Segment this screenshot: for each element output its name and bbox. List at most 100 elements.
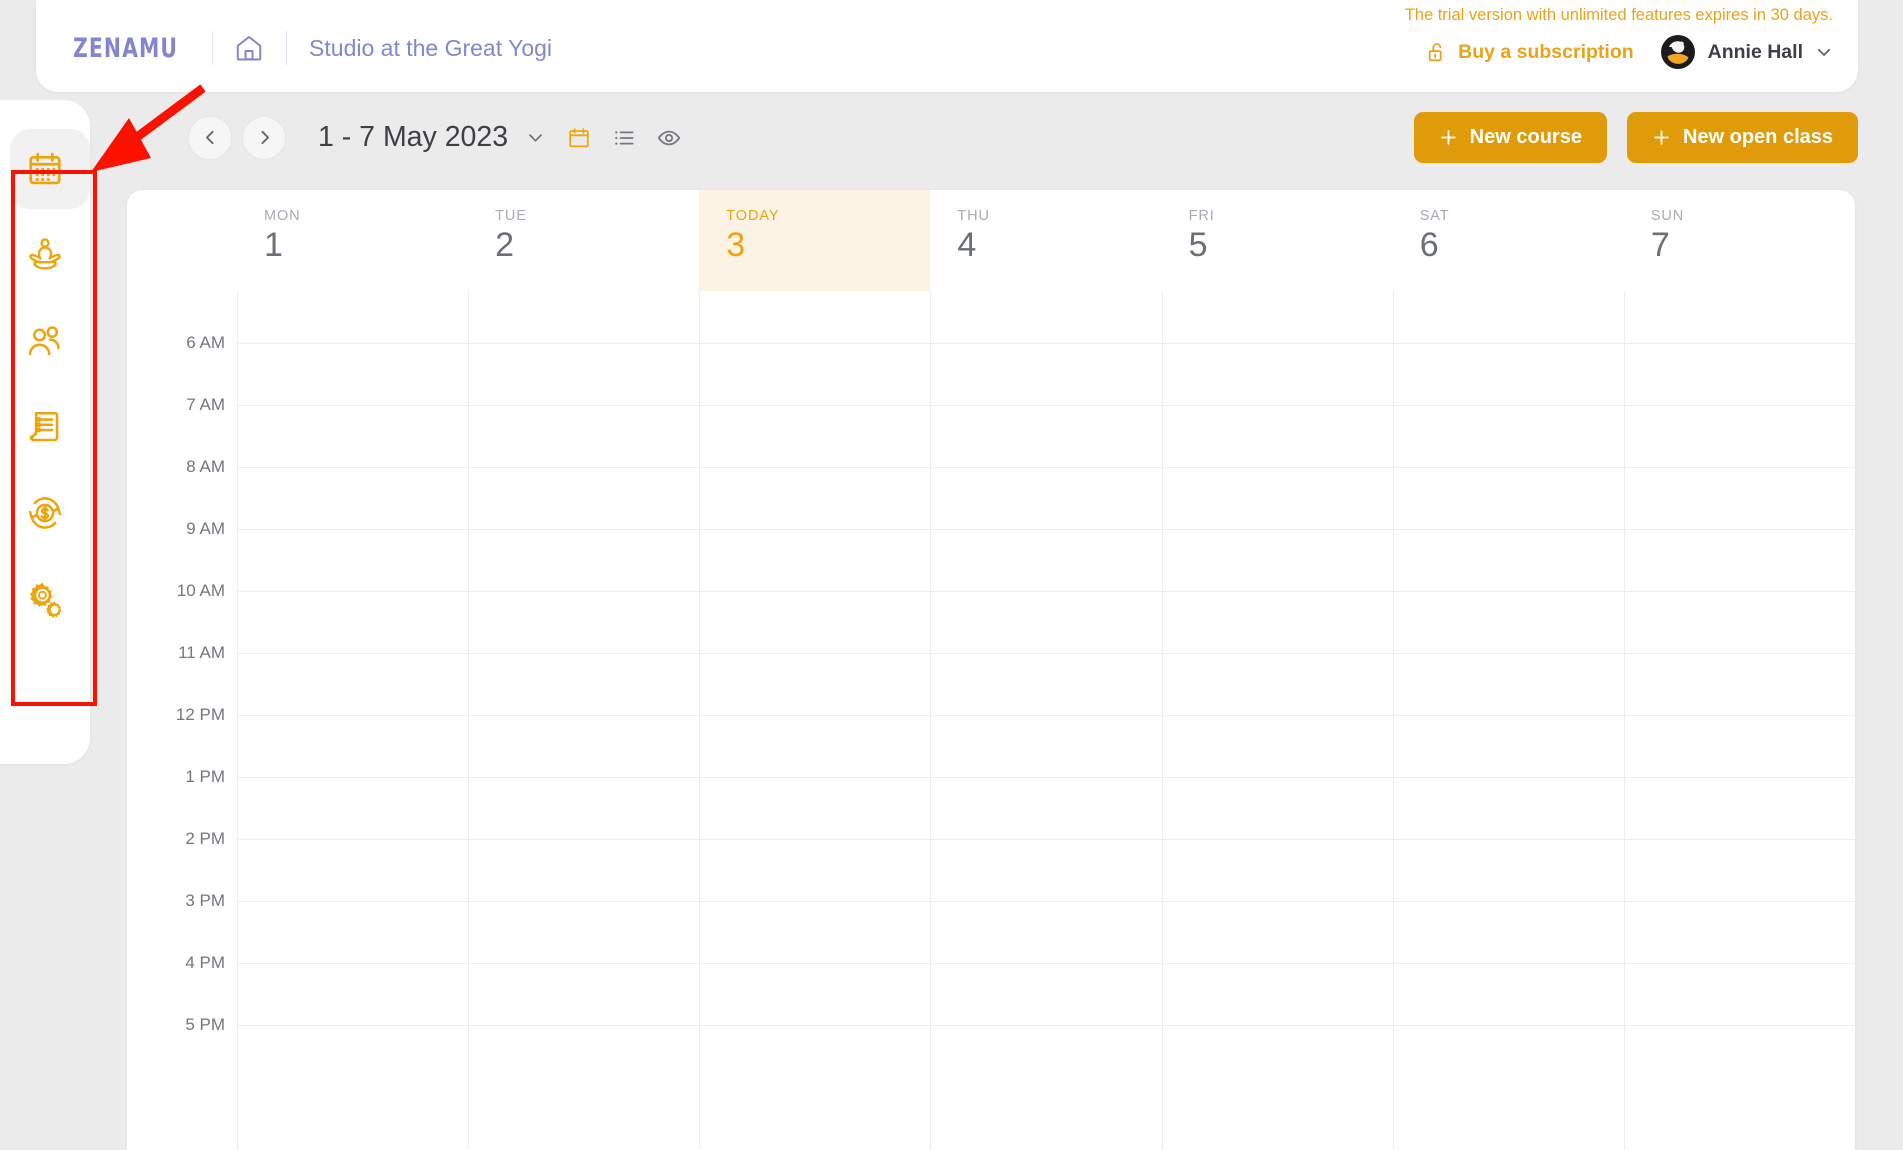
- user-menu[interactable]: Annie Hall: [1659, 34, 1833, 70]
- view-switcher: [567, 126, 681, 150]
- day-column-tue[interactable]: [468, 291, 700, 1150]
- time-label: 6 AM: [186, 333, 225, 352]
- calendar-view-icon[interactable]: [567, 126, 591, 150]
- plus-icon: [1652, 128, 1671, 147]
- day-header-fri[interactable]: FRI 5: [1161, 190, 1393, 291]
- topbar-right: The trial version with unlimited feature…: [1405, 6, 1833, 70]
- hour-gridline: [238, 901, 469, 902]
- hour-gridline: [931, 901, 1162, 902]
- eye-visibility-icon[interactable]: [657, 126, 681, 150]
- gears-icon: [26, 580, 64, 618]
- hour-gridline: [1393, 963, 1624, 964]
- day-column-sun[interactable]: [1623, 291, 1855, 1150]
- studio-name[interactable]: Studio at the Great Yogi: [309, 35, 552, 62]
- day-header-thu[interactable]: THU 4: [930, 190, 1162, 291]
- hour-gridline: [1624, 591, 1855, 592]
- hour-gridline: [931, 343, 1162, 344]
- new-course-button[interactable]: New course: [1413, 112, 1607, 163]
- hour-gridline: [1393, 343, 1624, 344]
- sidebar-item-settings[interactable]: [0, 556, 90, 642]
- sidebar-item-invoices[interactable]: [0, 384, 90, 470]
- yoga-meditation-icon: [26, 236, 64, 274]
- time-label: 9 AM: [186, 519, 225, 538]
- chevron-down-icon[interactable]: [1815, 43, 1833, 61]
- pointer-arrow: [91, 84, 205, 172]
- hour-gridline: [469, 777, 700, 778]
- hour-gridline: [469, 839, 700, 840]
- day-column-fri[interactable]: [1161, 291, 1393, 1150]
- day-header-today[interactable]: TODAY 3: [699, 190, 931, 291]
- sidebar-item-payments[interactable]: [0, 470, 90, 556]
- day-number-label: 2: [495, 226, 515, 264]
- day-number-label: 6: [1419, 226, 1439, 264]
- hour-gridline: [700, 591, 931, 592]
- user-name: Annie Hall: [1707, 40, 1803, 63]
- hour-gridline: [1162, 1025, 1393, 1026]
- zenamu-logo[interactable]: ZENAMU: [73, 33, 178, 64]
- time-label: 1 PM: [185, 767, 225, 786]
- time-label: 4 PM: [185, 953, 225, 972]
- buy-subscription-label: Buy a subscription: [1458, 40, 1634, 63]
- new-open-class-label: New open class: [1682, 126, 1833, 148]
- time-label: 8 AM: [186, 457, 225, 476]
- day-of-week-label: MON: [264, 208, 301, 224]
- hour-gridline: [931, 963, 1162, 964]
- time-label: 3 PM: [185, 891, 225, 910]
- day-column-sat[interactable]: [1392, 291, 1624, 1150]
- hour-gridline: [1624, 529, 1855, 530]
- document-list-icon: [26, 408, 64, 446]
- hour-gridline: [1624, 467, 1855, 468]
- day-column-today[interactable]: [699, 291, 931, 1150]
- hour-gridline: [700, 653, 931, 654]
- sidebar: [0, 100, 90, 764]
- hour-gridline: [1162, 591, 1393, 592]
- hour-gridline: [700, 343, 931, 344]
- day-number-label: 7: [1650, 226, 1670, 264]
- hour-gridline: [931, 529, 1162, 530]
- date-range-dropdown-icon[interactable]: [508, 128, 545, 147]
- hour-gridline: [700, 467, 931, 468]
- top-bar: ZENAMU Studio at the Great Yogi The tria…: [36, 0, 1858, 92]
- date-range-label[interactable]: 1 - 7 May 2023: [318, 121, 508, 154]
- topbar-actions: Buy a subscription Annie Hall: [1426, 34, 1833, 70]
- hour-gridline: [931, 777, 1162, 778]
- new-open-class-button[interactable]: New open class: [1626, 112, 1858, 163]
- dollar-refresh-icon: [26, 494, 64, 532]
- new-course-label: New course: [1469, 126, 1582, 148]
- calendar-toolbar: 1 - 7 May 2023 New course New open class: [188, 100, 1858, 175]
- home-icon[interactable]: [234, 33, 264, 63]
- day-number-label: 1: [264, 226, 283, 264]
- day-header-tue[interactable]: TUE 2: [468, 190, 700, 291]
- sidebar-item-students[interactable]: [0, 298, 90, 384]
- next-week-button[interactable]: [242, 115, 286, 160]
- calendar-card: MON 1 TUE 2 TODAY 3 THU 4 FRI 5 SAT 6 SUN 7 6 AM 7 AM 8…: [127, 190, 1855, 1150]
- divider: [286, 31, 288, 65]
- prev-week-button[interactable]: [188, 115, 232, 160]
- sidebar-item-classes[interactable]: [0, 212, 90, 298]
- hour-gridline: [1162, 529, 1393, 530]
- time-label: 7 AM: [186, 395, 225, 414]
- day-column-thu[interactable]: [930, 291, 1162, 1150]
- hour-gridline: [931, 839, 1162, 840]
- day-column-mon[interactable]: [237, 291, 469, 1150]
- hour-gridline: [1624, 839, 1855, 840]
- hour-gridline: [238, 529, 469, 530]
- hour-gridline: [238, 963, 469, 964]
- hour-gridline: [700, 715, 931, 716]
- hour-gridline: [469, 1025, 700, 1026]
- hour-gridline: [931, 715, 1162, 716]
- hour-gridline: [700, 777, 931, 778]
- hour-gridline: [700, 405, 931, 406]
- day-header-sat[interactable]: SAT 6: [1392, 190, 1624, 291]
- day-header-mon[interactable]: MON 1: [237, 190, 469, 291]
- people-icon: [26, 322, 64, 360]
- hour-gridline: [931, 467, 1162, 468]
- hour-gridline: [469, 653, 700, 654]
- day-header-sun[interactable]: SUN 7: [1623, 190, 1855, 291]
- buy-subscription-button[interactable]: Buy a subscription: [1426, 41, 1634, 64]
- hour-gridline: [238, 839, 469, 840]
- hour-gridline: [469, 901, 700, 902]
- sidebar-item-calendar[interactable]: [0, 126, 90, 212]
- list-view-icon[interactable]: [612, 126, 636, 150]
- time-label: 5 PM: [185, 1015, 225, 1034]
